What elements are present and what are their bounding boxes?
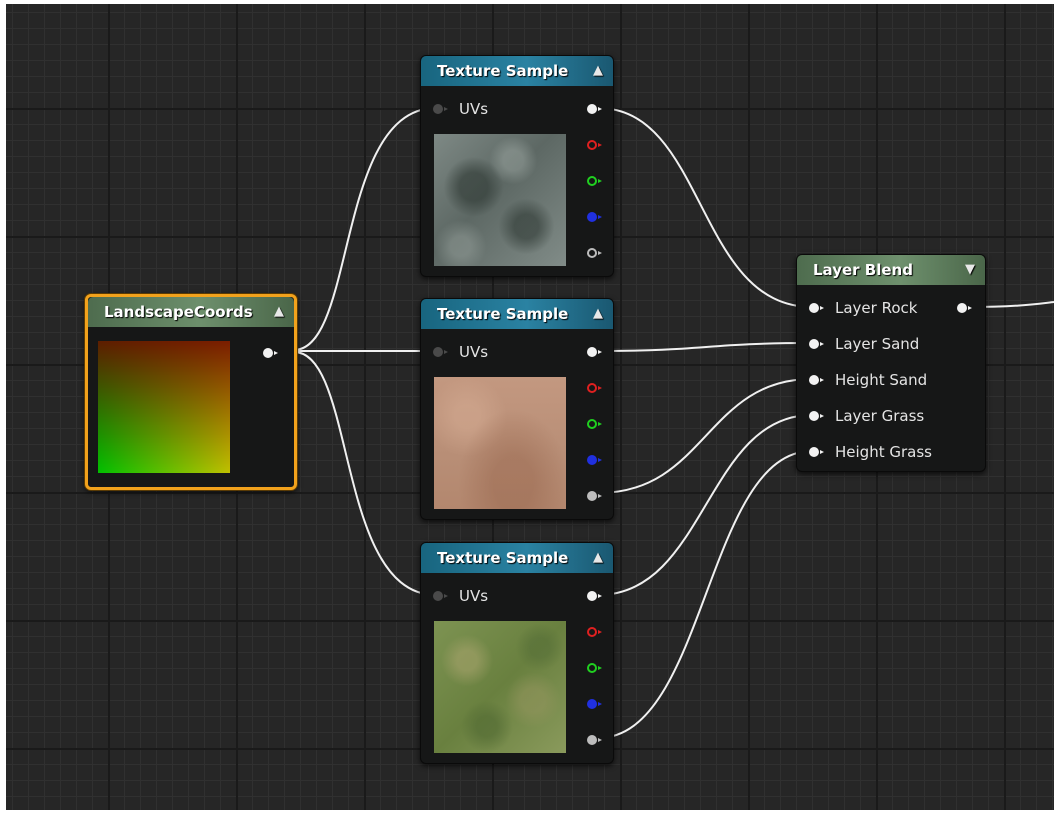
height-sand-input-pin[interactable] — [809, 375, 824, 385]
rgb-output-pin[interactable] — [587, 347, 602, 357]
layer-blend-title: Layer Blend — [813, 261, 913, 279]
texture-sample-header[interactable]: Texture Sample ▲ — [421, 299, 613, 329]
red-output-pin[interactable] — [587, 140, 602, 150]
wire-grass-alpha-to-height-grass — [597, 450, 813, 739]
alpha-output-pin[interactable] — [587, 735, 602, 745]
layer-rock-label: Layer Rock — [835, 299, 918, 317]
expand-down-arrow-icon[interactable]: ▼ — [965, 255, 975, 285]
collapse-up-arrow-icon[interactable]: ▲ — [593, 299, 603, 329]
texture-sample-title: Texture Sample — [437, 305, 569, 323]
material-graph-canvas[interactable]: LandscapeCoords ▲ Texture Sample ▲ UVs T… — [6, 4, 1054, 810]
wire-coords-to-grass-uvs — [293, 351, 437, 596]
rgb-output-pin[interactable] — [587, 591, 602, 601]
wire-grass-rgb-to-layer-grass — [597, 414, 813, 596]
height-grass-input-pin[interactable] — [809, 447, 824, 457]
rgb-output-pin[interactable] — [587, 104, 602, 114]
landscape-coords-output-pin[interactable] — [263, 348, 278, 358]
texture-sample-rock-node[interactable]: Texture Sample ▲ UVs — [420, 55, 614, 277]
uvs-input-pin[interactable] — [433, 347, 448, 357]
texture-sample-sand-node[interactable]: Texture Sample ▲ UVs — [420, 298, 614, 520]
blue-output-pin[interactable] — [587, 455, 602, 465]
landscape-coords-title: LandscapeCoords — [104, 303, 253, 321]
wire-rock-rgb-to-layer-rock — [597, 107, 813, 308]
collapse-up-arrow-icon[interactable]: ▲ — [274, 297, 284, 327]
layer-grass-input-pin[interactable] — [809, 411, 824, 421]
texture-sample-title: Texture Sample — [437, 549, 569, 567]
landscape-coords-node[interactable]: LandscapeCoords ▲ — [85, 294, 297, 490]
red-output-pin[interactable] — [587, 627, 602, 637]
layer-grass-label: Layer Grass — [835, 407, 925, 425]
collapse-up-arrow-icon[interactable]: ▲ — [593, 56, 603, 86]
uvs-input-pin[interactable] — [433, 104, 448, 114]
uvs-label: UVs — [459, 343, 489, 361]
landscape-coords-preview — [98, 341, 230, 473]
layer-sand-label: Layer Sand — [835, 335, 920, 353]
texture-sample-header[interactable]: Texture Sample ▲ — [421, 56, 613, 86]
wire-sand-rgb-to-layer-sand — [597, 342, 813, 352]
blue-output-pin[interactable] — [587, 699, 602, 709]
wire-sand-alpha-to-height-sand — [597, 378, 813, 494]
texture-sample-title: Texture Sample — [437, 62, 569, 80]
collapse-up-arrow-icon[interactable]: ▲ — [593, 543, 603, 573]
green-output-pin[interactable] — [587, 176, 602, 186]
layer-blend-node[interactable]: Layer Blend ▼ Layer Rock Layer Sand Heig… — [796, 254, 986, 472]
green-output-pin[interactable] — [587, 419, 602, 429]
layer-rock-input-pin[interactable] — [809, 303, 824, 313]
blue-output-pin[interactable] — [587, 212, 602, 222]
layer-blend-output-pin[interactable] — [957, 303, 972, 313]
landscape-coords-header[interactable]: LandscapeCoords ▲ — [88, 297, 294, 327]
red-output-pin[interactable] — [587, 383, 602, 393]
green-output-pin[interactable] — [587, 663, 602, 673]
rock-texture-preview — [434, 134, 566, 266]
wire-coords-to-rock-uvs — [293, 107, 437, 351]
sand-texture-preview — [434, 377, 566, 509]
height-sand-label: Height Sand — [835, 371, 928, 389]
grass-texture-preview — [434, 621, 566, 753]
height-grass-label: Height Grass — [835, 443, 932, 461]
layer-sand-input-pin[interactable] — [809, 339, 824, 349]
texture-sample-grass-node[interactable]: Texture Sample ▲ UVs — [420, 542, 614, 764]
texture-sample-header[interactable]: Texture Sample ▲ — [421, 543, 613, 573]
uvs-label: UVs — [459, 587, 489, 605]
alpha-output-pin[interactable] — [587, 491, 602, 501]
uvs-label: UVs — [459, 100, 489, 118]
alpha-output-pin[interactable] — [587, 248, 602, 258]
uvs-input-pin[interactable] — [433, 591, 448, 601]
layer-blend-header[interactable]: Layer Blend ▼ — [797, 255, 985, 285]
